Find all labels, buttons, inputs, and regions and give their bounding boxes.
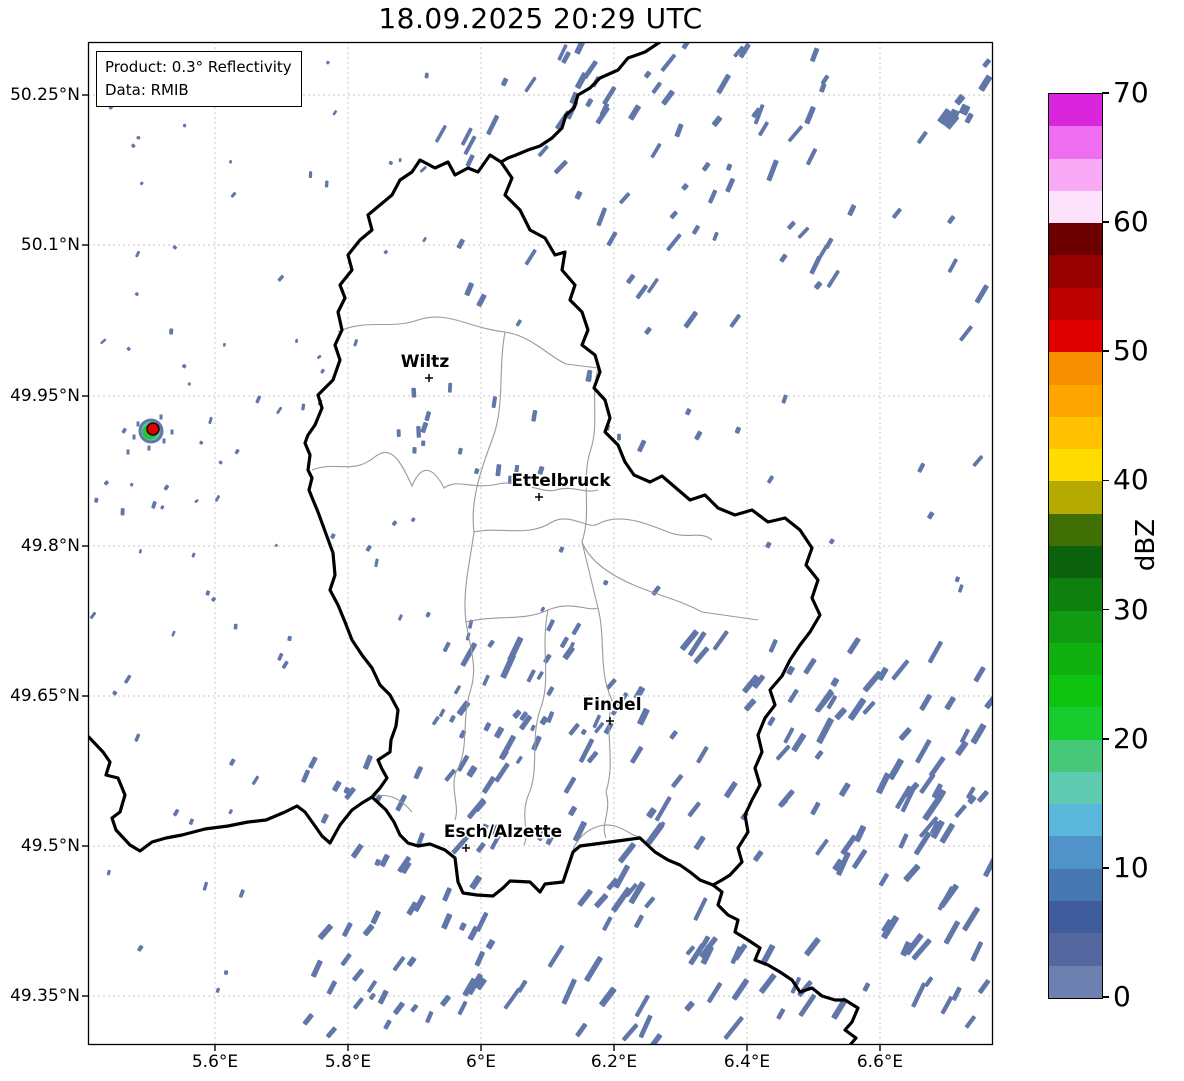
colorbar-tick xyxy=(1102,867,1109,869)
colorbar-segment xyxy=(1049,868,1102,902)
lat-tick-label: 50.25°N xyxy=(10,85,80,105)
lat-tick-label: 50.1°N xyxy=(20,235,80,255)
city-label: Wiltz xyxy=(401,352,450,372)
colorbar-segment xyxy=(1049,578,1102,611)
colorbar-segment xyxy=(1049,94,1102,127)
radar-echo xyxy=(398,158,402,163)
colorbar-tick xyxy=(1102,608,1109,611)
colorbar-segment xyxy=(1049,965,1102,998)
colorbar-segment xyxy=(1049,545,1102,579)
radar-site-speck xyxy=(159,414,163,420)
colorbar-segment xyxy=(1049,126,1102,159)
colorbar-tick xyxy=(1102,737,1109,740)
colorbar-segment xyxy=(1049,513,1102,546)
lon-tick-label: 6.4°E xyxy=(723,1052,771,1072)
radar-echo xyxy=(120,508,125,516)
colorbar-segment xyxy=(1049,352,1102,385)
colorbar-tick xyxy=(1102,92,1109,94)
radar-echo xyxy=(308,171,313,179)
lon-tick-label: 5.6°E xyxy=(191,1052,239,1072)
colorbar-segment xyxy=(1049,481,1102,514)
radar-echo xyxy=(324,180,329,188)
colorbar-tick xyxy=(1102,221,1109,223)
colorbar-segment xyxy=(1049,933,1102,966)
radar-site-speck xyxy=(136,421,140,427)
radar-echo xyxy=(424,72,429,79)
colorbar-tick-label: 30 xyxy=(1113,592,1149,626)
colorbar-segment xyxy=(1049,319,1102,353)
radar-echo xyxy=(396,429,401,437)
colorbar-segment xyxy=(1049,901,1102,934)
colorbar-tick-label: 50 xyxy=(1113,334,1149,368)
colorbar-tick xyxy=(1102,479,1109,482)
colorbar-segment xyxy=(1049,739,1102,772)
colorbar-tick xyxy=(1102,996,1109,998)
lat-tick-label: 49.35°N xyxy=(10,986,80,1006)
colorbar-segment xyxy=(1049,384,1102,417)
radar-echo xyxy=(416,426,421,438)
radar-screenshot: 18.09.2025 20:29 UTC Wiltz Ettelbruck Find… xyxy=(0,0,1184,1081)
radar-site-speck xyxy=(132,434,136,440)
radar-echo xyxy=(412,447,417,454)
radar-echo xyxy=(187,382,191,386)
colorbar-segment xyxy=(1049,158,1102,191)
lat-tick-label: 49.95°N xyxy=(10,386,80,406)
radar-map-svg: Wiltz Ettelbruck Findel Esch/Alzette xyxy=(82,41,994,1051)
colorbar-segment xyxy=(1049,642,1102,676)
radar-echo xyxy=(617,433,621,441)
colorbar-segment xyxy=(1049,675,1102,708)
radar-echo xyxy=(421,440,426,447)
radar-site-ring xyxy=(146,422,160,436)
colorbar-tick-label: 60 xyxy=(1113,205,1149,239)
colorbar-segment xyxy=(1049,190,1102,224)
colorbar-unit-label: dBZ xyxy=(1131,518,1161,572)
city-label: Ettelbruck xyxy=(511,471,611,491)
colorbar-tick-label: 10 xyxy=(1113,850,1149,884)
colorbar-segment xyxy=(1049,707,1102,740)
lon-tick-label: 5.8°E xyxy=(324,1052,372,1072)
radar-echo xyxy=(411,387,417,398)
city-label: Findel xyxy=(582,695,641,715)
colorbar-tick-label: 0 xyxy=(1113,980,1131,1013)
lat-tick-label: 49.8°N xyxy=(20,536,80,556)
radar-site-speck xyxy=(170,429,174,435)
colorbar-segment xyxy=(1049,836,1102,869)
radar-echo xyxy=(233,623,238,630)
lon-tick-label: 6.6°E xyxy=(856,1052,904,1072)
lon-tick-label: 6.2°E xyxy=(590,1052,638,1072)
colorbar-segment xyxy=(1049,416,1102,450)
colorbar-segment xyxy=(1049,610,1102,643)
product-line: Product: 0.3° Reflectivity xyxy=(105,58,292,76)
lat-tick-label: 49.5°N xyxy=(20,836,80,856)
colorbar-segment xyxy=(1049,287,1102,320)
radar-echo xyxy=(447,382,453,393)
lat-tick-label: 49.65°N xyxy=(10,686,80,706)
colorbar-segment xyxy=(1049,449,1102,482)
colorbar xyxy=(1048,93,1103,999)
data-source-line: Data: RMIB xyxy=(105,80,189,99)
product-info-box: Product: 0.3° Reflectivity Data: RMIB xyxy=(96,51,302,107)
map-background xyxy=(88,42,993,1045)
lon-tick-label: 6°E xyxy=(465,1052,497,1072)
colorbar-segment xyxy=(1049,223,1102,256)
colorbar-segment xyxy=(1049,804,1102,837)
colorbar-tick-label: 40 xyxy=(1113,463,1149,497)
radar-site-speck xyxy=(162,438,166,444)
radar-echo xyxy=(169,328,174,335)
colorbar-tick xyxy=(1102,350,1109,353)
city-label: Esch/Alzette xyxy=(444,822,562,842)
radar-site-speck xyxy=(147,445,151,451)
radar-site-speck xyxy=(126,449,130,455)
colorbar-tick-label: 70 xyxy=(1113,76,1149,109)
colorbar-segment xyxy=(1049,255,1102,288)
colorbar-segment xyxy=(1049,771,1102,805)
colorbar-tick-label: 20 xyxy=(1113,721,1149,755)
